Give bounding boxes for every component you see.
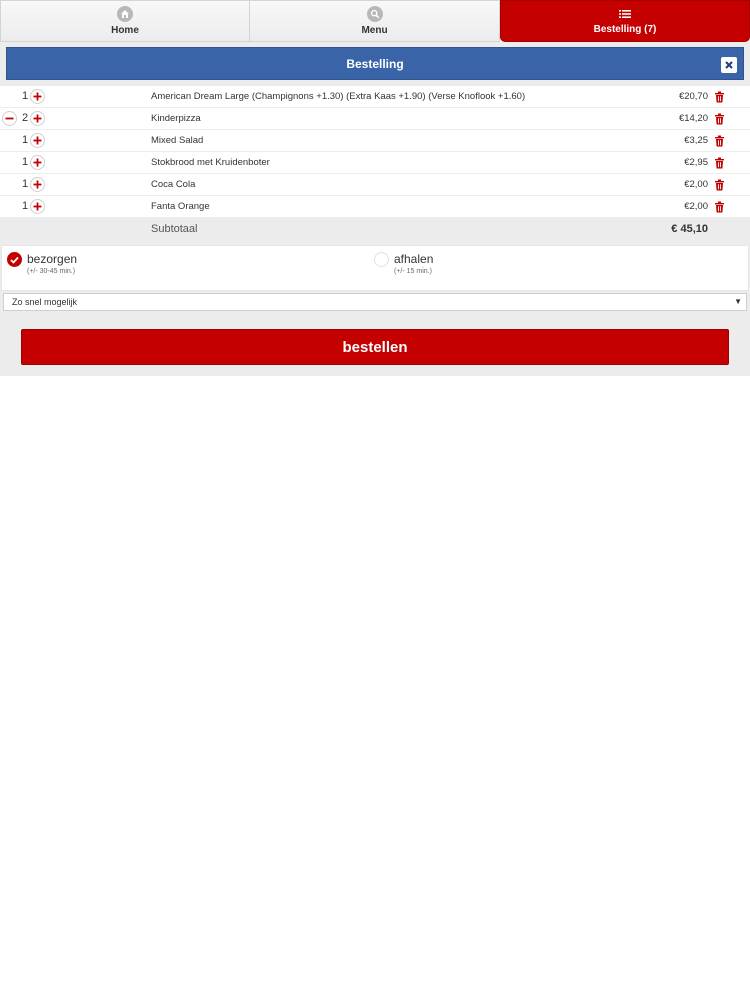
list-icon	[619, 7, 631, 21]
radio-unchecked-icon[interactable]	[374, 252, 389, 267]
close-icon[interactable]	[721, 57, 737, 73]
item-price: €20,70	[678, 91, 708, 102]
item-name: Stokbrood met Kruidenboter	[151, 157, 270, 168]
item-name: American Dream Large (Champignons +1.30)…	[151, 91, 526, 102]
item-price: €3,25	[684, 135, 708, 146]
delivery-time-select[interactable]: Zo snel mogelijk ▼	[3, 293, 747, 311]
order-item-row: 1 Mixed Salad €3,25	[0, 130, 750, 152]
item-name: Fanta Orange	[151, 201, 210, 212]
subtotal-value: € 45,10	[671, 223, 708, 235]
order-list: 1 American Dream Large (Champignons +1.3…	[0, 86, 750, 242]
trash-icon[interactable]	[714, 201, 725, 213]
nav-order-label: Bestelling (7)	[593, 24, 657, 35]
delivery-options: bezorgen (+/- 30-45 min.) afhalen (+/- 1…	[1, 245, 749, 291]
nav-home-button[interactable]: Home	[0, 0, 250, 42]
home-icon	[117, 6, 133, 22]
top-navigation: Home Menu Bestelling (7)	[0, 0, 750, 42]
option-delivery-time: (+/- 30-45 min.)	[27, 268, 76, 275]
increase-quantity-button[interactable]	[30, 111, 45, 126]
nav-home-label: Home	[111, 25, 139, 36]
increase-quantity-button[interactable]	[30, 133, 45, 148]
item-price: €2,00	[684, 201, 708, 212]
trash-icon[interactable]	[714, 179, 725, 191]
subtotal-label: Subtotaal	[151, 223, 198, 235]
trash-icon[interactable]	[714, 113, 725, 125]
item-name: Coca Cola	[151, 179, 196, 190]
option-pickup-label: afhalen	[394, 252, 434, 266]
item-price: €2,95	[684, 157, 708, 168]
item-quantity: 1	[21, 90, 29, 102]
trash-icon[interactable]	[714, 91, 725, 103]
item-price: €14,20	[678, 113, 708, 124]
item-name: Mixed Salad	[151, 135, 204, 146]
order-item-row: 1 Fanta Orange €2,00	[0, 196, 750, 218]
order-item-row: 1 Coca Cola €2,00	[0, 174, 750, 196]
item-name: Kinderpizza	[151, 113, 201, 124]
order-item-row: 1 Stokbrood met Kruidenboter €2,95	[0, 152, 750, 174]
increase-quantity-button[interactable]	[30, 199, 45, 214]
item-quantity: 1	[21, 178, 29, 190]
nav-menu-button[interactable]: Menu	[250, 0, 500, 42]
option-delivery-label: bezorgen	[27, 252, 78, 266]
panel-title: Bestelling	[346, 56, 404, 71]
dropdown-arrow-icon: ▼	[734, 297, 742, 306]
item-price: €2,00	[684, 179, 708, 190]
increase-quantity-button[interactable]	[30, 177, 45, 192]
item-quantity: 1	[21, 200, 29, 212]
order-item-row: 2 Kinderpizza €14,20	[0, 108, 750, 130]
panel-header: Bestelling	[6, 47, 744, 80]
item-quantity: 1	[21, 134, 29, 146]
item-quantity: 2	[21, 112, 29, 124]
place-order-button[interactable]: bestellen	[21, 329, 729, 365]
trash-icon[interactable]	[714, 157, 725, 169]
delivery-time-value: Zo snel mogelijk	[12, 297, 78, 307]
option-pickup-time: (+/- 15 min.)	[394, 268, 432, 275]
increase-quantity-button[interactable]	[30, 155, 45, 170]
order-panel: Bestelling 1 American Dream Large (Champ…	[0, 42, 750, 376]
radio-checked-icon[interactable]	[7, 252, 22, 267]
nav-menu-label: Menu	[361, 25, 388, 36]
order-item-row: 1 American Dream Large (Champignons +1.3…	[0, 86, 750, 108]
search-icon	[366, 6, 383, 22]
decrease-quantity-button[interactable]	[2, 111, 17, 126]
item-quantity: 1	[21, 156, 29, 168]
trash-icon[interactable]	[714, 135, 725, 147]
subtotal-row: Subtotaal € 45,10	[0, 218, 750, 242]
nav-order-button[interactable]: Bestelling (7)	[500, 0, 750, 42]
increase-quantity-button[interactable]	[30, 89, 45, 104]
